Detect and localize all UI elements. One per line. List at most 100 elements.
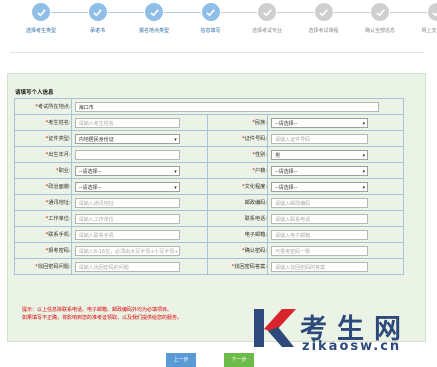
field-label: *证件类型: bbox=[15, 131, 72, 147]
field-input[interactable]: 请输入找回密码的答案 bbox=[271, 262, 368, 272]
field-label: *户籍: bbox=[207, 163, 267, 179]
progress-step: 网上支付费用 bbox=[410, 3, 437, 34]
progress-step: 信息填写 bbox=[184, 3, 238, 34]
field-value-cell: --请选择--▾ bbox=[71, 179, 207, 195]
field-input[interactable]: 请输入电子邮箱 bbox=[271, 230, 368, 240]
progress-step: 承诺书 bbox=[71, 3, 125, 34]
exam-location-cell: 海口市 bbox=[71, 99, 403, 115]
field-input[interactable]: 请输入通讯地址 bbox=[75, 198, 180, 208]
field-value-cell: 请输入联系电话 bbox=[268, 211, 404, 227]
watermark: 考生网 zikaosw.cn bbox=[252, 305, 434, 363]
field-value-cell: 与报考密码一致 bbox=[268, 243, 404, 259]
field-label: *找回密码答案: bbox=[207, 259, 267, 275]
step-label: 选择考试专业 bbox=[240, 27, 294, 34]
step-circle-icon bbox=[371, 3, 389, 21]
k-logo-icon bbox=[252, 305, 298, 351]
chevron-down-icon: ▾ bbox=[363, 119, 366, 129]
field-input[interactable]: 请输入8-16位，必须由大写字母+小写字母+ bbox=[75, 246, 180, 256]
field-input[interactable]: 请输入考生姓名 bbox=[75, 118, 180, 128]
field-input[interactable]: 请输入工作单位 bbox=[75, 214, 180, 224]
field-label: *政治面貌: bbox=[15, 179, 72, 195]
field-label: *工作单位: bbox=[15, 211, 72, 227]
field-value-cell: 男▾ bbox=[268, 147, 404, 163]
field-label: *考生姓名: bbox=[15, 115, 72, 131]
field-value-cell: --请选择--▾ bbox=[71, 163, 207, 179]
step-circle-icon bbox=[428, 3, 437, 21]
field-value-cell: --请选择--▾ bbox=[268, 115, 404, 131]
field-input[interactable] bbox=[75, 150, 180, 160]
field-label: *出生年月: bbox=[15, 147, 72, 163]
form-row: *考生姓名:请输入考生姓名 *民族: --请选择--▾ bbox=[15, 115, 404, 131]
field-label: *联系手机: bbox=[15, 227, 72, 243]
step-circle-icon bbox=[315, 3, 333, 21]
chevron-down-icon: ▾ bbox=[174, 183, 177, 193]
prev-button[interactable]: 上一步 bbox=[166, 353, 196, 367]
field-value-cell: 请输入邮政编码 bbox=[268, 195, 404, 211]
next-button[interactable]: 下一步 bbox=[224, 353, 254, 367]
field-label: 邮政编码: bbox=[207, 195, 267, 211]
field-input[interactable]: 请输入找回密码的问题 bbox=[75, 262, 180, 272]
field-value-cell: 请输入证件号码 bbox=[268, 131, 404, 147]
field-input[interactable]: 与报考密码一致 bbox=[271, 246, 368, 256]
chevron-down-icon: ▾ bbox=[363, 167, 366, 177]
field-select[interactable]: --请选择--▾ bbox=[75, 166, 180, 176]
progress-steps: 选择考生类型承诺书报名地点类型信息填写选择考试专业选择考试课程确认全部信息网上支… bbox=[6, 3, 430, 55]
tip-line-1: 提示：以上信息除联系电话、电子邮箱、邮政编码外均为必填项目。 bbox=[22, 306, 182, 314]
field-label: *报考密码: bbox=[15, 243, 72, 259]
form-row: *出生年月:*性别:男▾ bbox=[15, 147, 404, 163]
progress-step: 报名地点类型 bbox=[127, 3, 181, 34]
exam-location-label: *考试所在地点: bbox=[15, 99, 72, 115]
form-row: *报考密码:请输入8-16位，必须由大写字母+小写字母+*确认密码:与报考密码一… bbox=[15, 243, 404, 259]
chevron-down-icon: ▾ bbox=[363, 183, 366, 193]
form-tips: 提示：以上信息除联系电话、电子邮箱、邮政编码外均为必填项目。 如果填写不正确，将… bbox=[22, 306, 182, 322]
field-input[interactable]: 请输入证件号码 bbox=[271, 134, 368, 144]
field-label: *职业: bbox=[15, 163, 72, 179]
exam-location-input[interactable]: 海口市 bbox=[75, 102, 379, 112]
progress-step: 确认全部信息 bbox=[353, 3, 407, 34]
progress-step: 选择考试课程 bbox=[297, 3, 351, 34]
field-value-cell: --请选择--▾ bbox=[268, 179, 404, 195]
tip-line-2: 如果填写不正确，将影响到您的准考证领取，以及我们提供给您的服务。 bbox=[22, 314, 182, 322]
field-input[interactable]: 请输入联系手机 bbox=[75, 230, 180, 240]
field-value-cell: 请输入电子邮箱 bbox=[268, 227, 404, 243]
check-icon bbox=[32, 3, 50, 21]
field-label: *证件号码: bbox=[207, 131, 267, 147]
check-icon bbox=[145, 3, 163, 21]
watermark-url: zikaosw.cn bbox=[302, 339, 401, 354]
field-value-cell: 请输入通讯地址 bbox=[71, 195, 207, 211]
field-value-cell: --请选择--▾ bbox=[268, 163, 404, 179]
step-label: 选择考生类型 bbox=[14, 27, 68, 34]
field-select[interactable]: --请选择--▾ bbox=[271, 166, 368, 176]
panel-title: 请填写个人信息 bbox=[15, 88, 54, 96]
field-value-cell bbox=[71, 147, 207, 163]
form-row: *联系手机:请输入联系手机 电子邮箱: 请输入电子邮箱 bbox=[15, 227, 404, 243]
field-input[interactable]: 请输入联系电话 bbox=[271, 214, 368, 224]
field-select[interactable]: 内地居民身份证▾ bbox=[75, 134, 180, 144]
form-row: *找回密码问题:请输入找回密码的问题 *找回密码答案: 请输入找回密码的答案 bbox=[15, 259, 404, 275]
chevron-down-icon: ▾ bbox=[363, 151, 366, 161]
field-input[interactable]: 请输入邮政编码 bbox=[271, 198, 368, 208]
chevron-down-icon: ▾ bbox=[174, 135, 177, 145]
progress-step: 选择考生类型 bbox=[14, 3, 68, 34]
form-row: *通讯地址:请输入通讯地址邮政编码:请输入邮政编码 bbox=[15, 195, 404, 211]
step-label: 网上支付费用 bbox=[410, 27, 437, 34]
personal-info-form: *考试所在地点: 海口市 *考生姓名:请输入考生姓名 *民族: --请选择--▾ *证… bbox=[14, 98, 404, 275]
field-value-cell: 请输入工作单位 bbox=[71, 211, 207, 227]
field-label: *找回密码问题: bbox=[15, 259, 72, 275]
field-select[interactable]: 男▾ bbox=[271, 150, 368, 160]
field-label: *民族: bbox=[207, 115, 267, 131]
form-row: *证件类型:内地居民身份证▾ *证件号码: 请输入证件号码 bbox=[15, 131, 404, 147]
field-value-cell: 内地居民身份证▾ bbox=[71, 131, 207, 147]
field-select[interactable]: --请选择--▾ bbox=[75, 182, 180, 192]
field-value-cell: 请输入考生姓名 bbox=[71, 115, 207, 131]
header-divider bbox=[10, 52, 424, 53]
field-label: 电子邮箱: bbox=[207, 227, 267, 243]
form-row: *工作单位:请输入工作单位联系电话:请输入联系电话 bbox=[15, 211, 404, 227]
step-label: 承诺书 bbox=[71, 27, 125, 34]
form-row: *政治面貌:--请选择--▾*文化程度:--请选择--▾ bbox=[15, 179, 404, 195]
field-select[interactable]: --请选择--▾ bbox=[271, 182, 368, 192]
progress-header: 选择考生类型承诺书报名地点类型信息填写选择考试专业选择考试课程确认全部信息网上支… bbox=[0, 0, 437, 56]
field-select[interactable]: --请选择--▾ bbox=[271, 118, 368, 128]
exam-location-row: *考试所在地点: 海口市 bbox=[15, 99, 404, 115]
step-label: 信息填写 bbox=[184, 27, 238, 34]
